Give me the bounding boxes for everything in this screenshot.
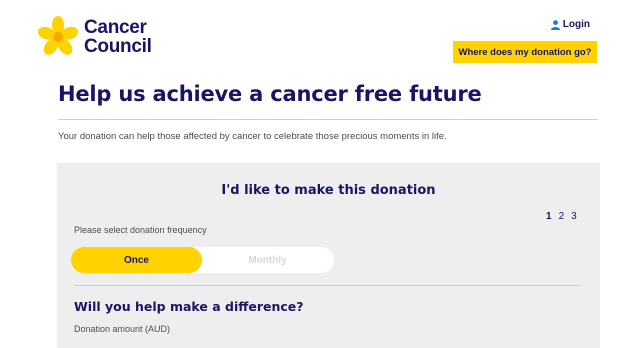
donation-panel: I'd like to make this donation 1 2 3 Ple… <box>57 163 600 348</box>
step-2[interactable]: 2 <box>559 211 565 222</box>
daffodil-logo-icon <box>37 16 79 55</box>
logo-line-1: Cancer <box>84 17 147 38</box>
intro-text: Your donation can help those affected by… <box>58 131 447 142</box>
frequency-toggle: Once Monthly <box>71 247 334 273</box>
panel-divider <box>74 285 579 286</box>
frequency-label: Please select donation frequency <box>74 225 207 235</box>
step-1[interactable]: 1 <box>546 211 552 222</box>
page-title: Help us achieve a cancer free future <box>58 82 482 106</box>
frequency-monthly-button[interactable]: Monthly <box>202 247 333 273</box>
donation-amount-label: Donation amount (AUD) <box>74 324 171 334</box>
user-icon <box>550 19 560 30</box>
cancer-council-logo[interactable]: Cancer Council <box>36 14 156 60</box>
login-label: Login <box>562 19 590 30</box>
frequency-once-button[interactable]: Once <box>71 247 202 273</box>
step-3[interactable]: 3 <box>571 211 577 222</box>
logo-line-2: Council <box>84 36 152 57</box>
donation-panel-title: I'd like to make this donation <box>221 183 436 198</box>
step-indicator: 1 2 3 <box>546 211 577 222</box>
login-link[interactable]: Login <box>550 19 590 30</box>
make-a-difference-heading: Will you help make a difference? <box>74 299 304 314</box>
header-divider <box>58 119 598 120</box>
logo-wordmark: Cancer Council <box>84 18 152 56</box>
where-does-my-donation-go-button[interactable]: Where does my donation go? <box>453 41 597 63</box>
